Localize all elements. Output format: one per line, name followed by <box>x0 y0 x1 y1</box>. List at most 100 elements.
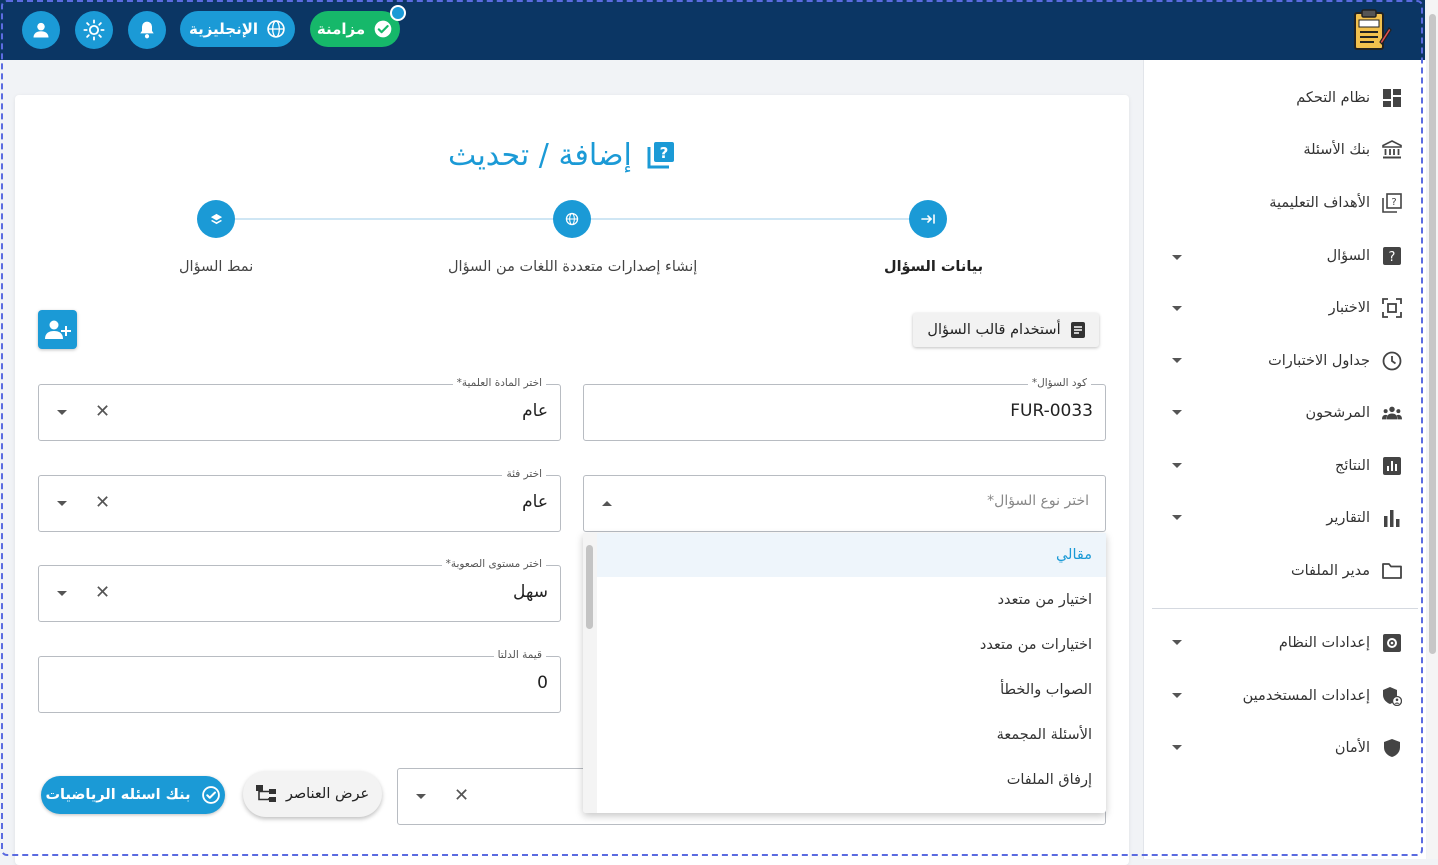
svg-text:?: ? <box>1391 197 1396 208</box>
chevron-down-icon[interactable] <box>1172 745 1182 750</box>
chevron-down-icon[interactable] <box>416 794 426 799</box>
notifications-button[interactable] <box>128 11 166 49</box>
sidebar-item-label: الاختبار <box>1328 300 1370 316</box>
dropdown-scrollbar[interactable] <box>583 533 597 813</box>
clock-icon <box>1382 351 1402 371</box>
svg-text:?: ? <box>1389 250 1396 265</box>
bank-icon <box>1382 140 1402 160</box>
option-grouped-questions[interactable]: الأسئلة المجمعة <box>597 713 1106 757</box>
category-select[interactable]: اختر فئة عام ✕ <box>38 468 561 532</box>
clear-icon[interactable]: ✕ <box>95 403 110 421</box>
option-essay[interactable]: مقالي <box>597 533 1106 577</box>
delta-value-field[interactable]: قيمة الدلتا 0 <box>38 649 561 713</box>
step-question-style[interactable] <box>197 200 235 238</box>
sidebar-item-exam[interactable]: الاختبار <box>1329 295 1402 321</box>
arrow-right-to-bar-icon <box>921 214 935 224</box>
sidebar-item-label: الأهداف التعليمية <box>1269 195 1370 211</box>
scroll-thumb[interactable] <box>1429 14 1436 654</box>
sidebar-item-exam-schedules[interactable]: جداول الاختبارات <box>1268 348 1402 374</box>
user-icon <box>33 22 49 38</box>
category-label: اختر فئة <box>502 468 546 480</box>
theme-toggle-button[interactable] <box>75 11 113 49</box>
sidebar-item-dashboard[interactable]: نظام التحكم <box>1296 85 1402 111</box>
sidebar-item-candidates[interactable]: المرشحون <box>1306 400 1402 426</box>
add-user-icon <box>44 320 71 339</box>
sidebar-item-security[interactable]: الأمان <box>1335 735 1402 761</box>
difficulty-select[interactable]: اختر مستوى الصعوبة* سهل ✕ <box>38 558 561 622</box>
sidebar-item-system-settings[interactable]: إعدادات النظام <box>1279 630 1402 656</box>
chevron-down-icon[interactable] <box>1172 306 1182 311</box>
chevron-down-icon[interactable] <box>1172 358 1182 363</box>
step-question-data[interactable] <box>909 200 947 238</box>
math-bank-button[interactable]: بنك اسئله الرياضيات <box>41 776 225 814</box>
sidebar-item-objectives[interactable]: ? الأهداف التعليمية <box>1269 190 1402 216</box>
hierarchy-icon <box>255 785 276 802</box>
svg-text:?: ? <box>659 144 668 162</box>
people-icon <box>1382 403 1402 423</box>
option-file-attachment[interactable]: إرفاق الملفات <box>597 758 1106 802</box>
sidebar-item-results[interactable]: النتائج <box>1335 453 1402 479</box>
user-shield-icon <box>1382 686 1402 706</box>
subject-label: اختر المادة العلمية* <box>452 377 546 389</box>
sidebar-item-question-bank[interactable]: بنك الأسئلة <box>1303 137 1402 163</box>
sidebar-item-label: مدير الملفات <box>1290 563 1370 579</box>
check-circle-icon <box>374 20 392 38</box>
option-multiple-choice[interactable]: اختيار من متعدد <box>597 578 1106 622</box>
sidebar-item-file-manager[interactable]: مدير الملفات <box>1291 558 1402 584</box>
layers-icon <box>210 213 222 224</box>
check-circle-icon <box>201 786 220 804</box>
clear-icon[interactable]: ✕ <box>95 494 110 512</box>
sidebar-item-label: نظام التحكم <box>1296 90 1370 106</box>
sidebar-item-label: السؤال <box>1326 248 1370 264</box>
page-scrollbar[interactable] <box>1427 0 1438 859</box>
add-user-button[interactable] <box>38 310 77 349</box>
sidebar-item-question[interactable]: ? السؤال <box>1327 243 1402 269</box>
step-multilang[interactable] <box>553 200 591 238</box>
dashboard-icon <box>1382 88 1402 108</box>
chevron-down-icon[interactable] <box>1172 640 1182 645</box>
chevron-down-icon[interactable] <box>1172 410 1182 415</box>
sidebar-divider <box>1152 608 1418 609</box>
chevron-down-icon[interactable] <box>1172 463 1182 468</box>
question-type-placeholder: اختر نوع السؤال* <box>987 493 1089 509</box>
sidebar-item-label: بنك الأسئلة <box>1303 142 1370 158</box>
clear-icon[interactable]: ✕ <box>454 787 469 805</box>
clear-icon[interactable]: ✕ <box>95 584 110 602</box>
sidebar-item-reports[interactable]: التقارير <box>1326 505 1402 531</box>
step-label-question-style[interactable]: نمط السؤال <box>179 259 253 275</box>
question-type-select[interactable]: اختر نوع السؤال* <box>583 475 1106 532</box>
objectives-icon: ? <box>1382 193 1402 213</box>
option-true-false[interactable]: الصواب والخطأ <box>597 668 1106 712</box>
chevron-down-icon[interactable] <box>57 410 67 415</box>
use-template-button[interactable]: أستخدام قالب السؤال <box>913 313 1099 347</box>
bar-chart-icon <box>1382 508 1402 528</box>
option-multiple-select[interactable]: اختيارات من متعدد <box>597 623 1106 667</box>
sync-indicator-dot <box>390 5 406 21</box>
chevron-up-icon[interactable] <box>602 501 612 506</box>
settings-icon <box>1382 633 1402 653</box>
chevron-down-icon[interactable] <box>57 501 67 506</box>
chevron-down-icon[interactable] <box>1172 693 1182 698</box>
sync-button[interactable]: مزامنة <box>310 11 400 47</box>
exam-icon <box>1382 298 1402 318</box>
view-elements-button[interactable]: عرض العناصر <box>243 771 382 817</box>
language-button[interactable]: الإنجليزية <box>180 11 295 47</box>
chevron-down-icon[interactable] <box>1172 255 1182 260</box>
stepper-line <box>590 218 910 220</box>
delta-label: قيمة الدلتا <box>493 649 546 661</box>
sidebar-item-label: الأمان <box>1334 740 1370 756</box>
step-label-multilang[interactable]: إنشاء إصدارات متعددة اللغات من السؤال <box>448 259 697 275</box>
subject-select[interactable]: اختر المادة العلمية* عام ✕ <box>38 377 561 441</box>
sidebar-item-user-settings[interactable]: إعدادات المستخدمين <box>1243 683 1402 709</box>
question-code-field[interactable]: كود السؤال* FUR-0033 <box>583 377 1106 441</box>
difficulty-label: اختر مستوى الصعوبة* <box>441 558 546 570</box>
chevron-down-icon[interactable] <box>1172 515 1182 520</box>
scroll-thumb[interactable] <box>586 545 593 629</box>
top-bar: الإنجليزية مزامنة <box>0 0 1425 60</box>
globe-icon <box>267 20 285 38</box>
chevron-down-icon[interactable] <box>57 591 67 596</box>
question-box-icon: ? <box>647 142 674 169</box>
profile-button[interactable] <box>22 11 60 49</box>
sidebar-item-label: إعدادات المستخدمين <box>1242 688 1370 704</box>
step-label-question-data[interactable]: بيانات السؤال <box>884 259 983 275</box>
